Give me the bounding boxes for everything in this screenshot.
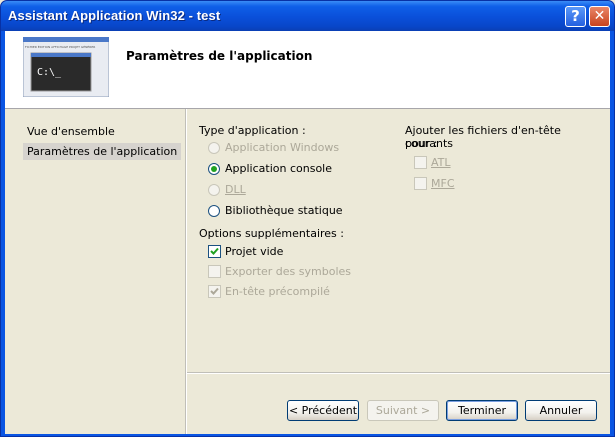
checkmark-icon bbox=[210, 287, 219, 295]
checkbox-precompiled-header[interactable] bbox=[208, 285, 221, 298]
console-banner-image: FICHIER ÉDITION AFFICHAGE PROJET GÉNÉRER… bbox=[23, 37, 109, 97]
header-panel: FICHIER ÉDITION AFFICHAGE PROJET GÉNÉRER… bbox=[5, 31, 610, 109]
app-type-heading: Type d'application : bbox=[199, 124, 306, 137]
radio-application-windows[interactable] bbox=[208, 142, 220, 154]
radio-dll-label: DLL bbox=[225, 183, 246, 196]
checkmark-icon bbox=[210, 247, 219, 255]
radio-application-console[interactable] bbox=[208, 163, 220, 175]
previous-button[interactable]: < Précédent bbox=[287, 400, 359, 421]
finish-button[interactable]: Terminer bbox=[446, 400, 518, 421]
dialog-client-area: FICHIER ÉDITION AFFICHAGE PROJET GÉNÉRER… bbox=[5, 31, 610, 434]
checkbox-atl-label: ATL bbox=[431, 156, 451, 169]
page-title: Paramètres de l'application bbox=[126, 49, 313, 63]
checkbox-mfc-label: MFC bbox=[431, 177, 455, 190]
radio-application-windows-label: Application Windows bbox=[225, 141, 340, 154]
radio-static-library-label: Bibliothèque statique bbox=[225, 204, 343, 217]
radio-static-library[interactable] bbox=[208, 205, 220, 217]
banner-menu-text: FICHIER ÉDITION AFFICHAGE PROJET GÉNÉRER bbox=[25, 44, 95, 49]
checkbox-export-symbols-label: Exporter des symboles bbox=[225, 265, 351, 278]
headers-heading-line2: pour : bbox=[405, 137, 438, 150]
radio-selected-dot bbox=[211, 166, 217, 172]
checkbox-atl[interactable] bbox=[414, 156, 427, 169]
sidebar-item-app-settings[interactable]: Paramètres de l'application bbox=[23, 143, 182, 160]
help-icon: ? bbox=[571, 7, 580, 25]
checkbox-export-symbols[interactable] bbox=[208, 265, 221, 278]
checkbox-mfc[interactable] bbox=[414, 177, 427, 190]
checkbox-empty-project[interactable] bbox=[208, 245, 221, 258]
radio-dll[interactable] bbox=[208, 184, 220, 196]
button-divider bbox=[187, 372, 610, 373]
title-bar[interactable]: Assistant Application Win32 - test ? ✕ bbox=[1, 1, 614, 31]
help-button[interactable]: ? bbox=[565, 6, 586, 27]
close-button[interactable]: ✕ bbox=[589, 6, 610, 27]
banner-prompt-text: C:\_ bbox=[37, 67, 62, 78]
wizard-window: Assistant Application Win32 - test ? ✕ F… bbox=[0, 0, 615, 437]
close-icon: ✕ bbox=[593, 8, 606, 24]
radio-application-console-label: Application console bbox=[225, 162, 332, 175]
checkbox-precompiled-header-label: En-tête précompilé bbox=[225, 285, 330, 298]
window-title: Assistant Application Win32 - test bbox=[8, 8, 221, 23]
extra-options-heading: Options supplémentaires : bbox=[199, 227, 344, 240]
sidebar-item-overview[interactable]: Vue d'ensemble bbox=[23, 123, 119, 140]
checkbox-empty-project-label: Projet vide bbox=[225, 245, 284, 258]
cancel-button[interactable]: Annuler bbox=[525, 400, 597, 421]
vertical-divider bbox=[186, 109, 187, 434]
next-button[interactable]: Suivant > bbox=[367, 400, 439, 421]
